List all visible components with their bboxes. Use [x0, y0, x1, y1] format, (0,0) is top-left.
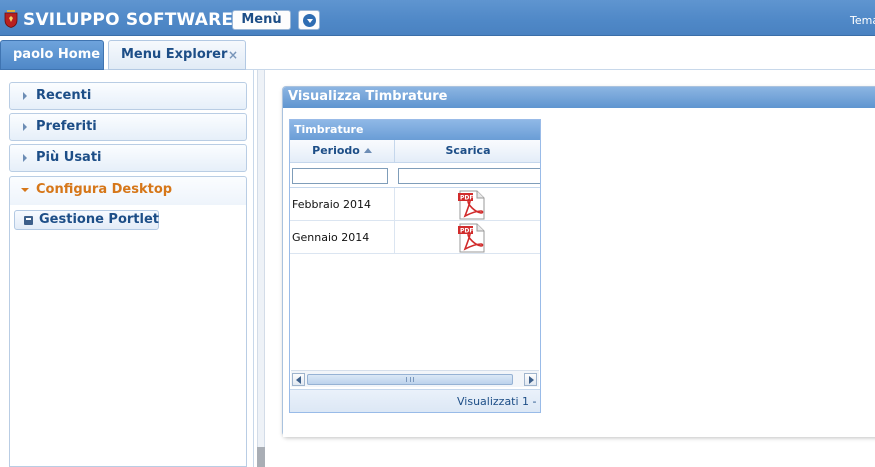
svg-text:PDF: PDF — [460, 195, 473, 202]
sidebar-item-label: Configura Desktop — [36, 182, 173, 197]
splitter-handle[interactable] — [257, 447, 265, 467]
menu-button[interactable]: Menù — [232, 10, 291, 30]
tab-paolo-home[interactable]: paolo Home — [0, 40, 104, 70]
sidebar-item-label: Preferiti — [36, 119, 97, 134]
panel-splitter[interactable] — [257, 70, 265, 467]
column-header-periodo[interactable]: Periodo — [290, 140, 395, 163]
tab-label: paolo Home — [13, 47, 101, 62]
sidebar-item-piu-usati[interactable]: Più Usati — [9, 144, 247, 172]
sidebar-item-configura-desktop[interactable]: Configura Desktop — [9, 176, 247, 206]
sort-ascending-icon — [363, 148, 372, 153]
filter-periodo-input[interactable] — [292, 168, 388, 184]
table-row[interactable]: Febbraio 2014 PDF — [290, 188, 540, 221]
save-icon — [24, 216, 33, 225]
pdf-icon[interactable]: PDF — [457, 223, 486, 253]
column-label: Periodo — [312, 144, 360, 157]
grid-title: Timbrature — [290, 120, 540, 140]
cell-divider — [394, 188, 395, 221]
chevron-down-icon — [303, 14, 316, 27]
top-bar: SVILUPPO SOFTWARE Menù Tema — [0, 0, 875, 36]
sidebar-item-label: Recenti — [36, 88, 92, 103]
paging-info: Visualizzati 1 - 2 — [457, 395, 541, 408]
sidebar-item-recenti[interactable]: Recenti — [9, 82, 247, 110]
cell-periodo: Gennaio 2014 — [292, 231, 370, 244]
cell-periodo: Febbraio 2014 — [292, 198, 371, 211]
tab-strip: paolo Home Menu Explorer × — [0, 36, 875, 70]
column-label: Scarica — [445, 144, 491, 157]
coat-of-arms-icon — [4, 10, 18, 28]
filter-row — [290, 163, 540, 188]
filter-scarica-input[interactable] — [398, 168, 540, 184]
sidebar-item-label: Più Usati — [36, 150, 102, 165]
sidebar-item-preferiti[interactable]: Preferiti — [9, 113, 247, 141]
app-brand: SVILUPPO SOFTWARE — [23, 10, 234, 30]
tema-link[interactable]: Tema — [850, 14, 875, 27]
table-row[interactable]: Gennaio 2014 PDF — [290, 221, 540, 254]
accordion-body — [9, 205, 247, 467]
timbrature-grid: Timbrature Periodo Scarica Febbraio 2014… — [289, 119, 541, 413]
button-label: Gestione Portlet — [39, 212, 159, 227]
gestione-portlet-button[interactable]: Gestione Portlet — [14, 210, 159, 230]
scrollbar-thumb[interactable] — [307, 374, 513, 385]
grid-footer: Visualizzati 1 - 2 — [290, 389, 541, 412]
cell-divider — [394, 221, 395, 254]
pdf-icon[interactable]: PDF — [457, 190, 486, 220]
window-title[interactable]: Visualizza Timbrature — [283, 87, 875, 108]
chevron-right-icon — [23, 123, 27, 131]
chevron-right-icon — [23, 92, 27, 100]
chevron-down-icon — [21, 188, 29, 192]
svg-text:PDF: PDF — [460, 228, 473, 235]
menu-dropdown-button[interactable] — [298, 10, 320, 30]
tab-label: Menu Explorer — [121, 47, 228, 62]
column-header-scarica[interactable]: Scarica — [395, 140, 540, 163]
horizontal-scrollbar[interactable] — [291, 370, 539, 387]
grid-header: Periodo Scarica — [290, 140, 540, 163]
scroll-right-icon[interactable] — [524, 373, 537, 386]
tab-menu-explorer[interactable]: Menu Explorer × — [108, 40, 246, 70]
scroll-left-icon[interactable] — [292, 373, 305, 386]
chevron-right-icon — [23, 154, 27, 162]
close-icon[interactable]: × — [228, 41, 238, 69]
grip-icon — [406, 377, 414, 382]
sidebar: Recenti Preferiti Più Usati Configura De… — [0, 70, 254, 467]
